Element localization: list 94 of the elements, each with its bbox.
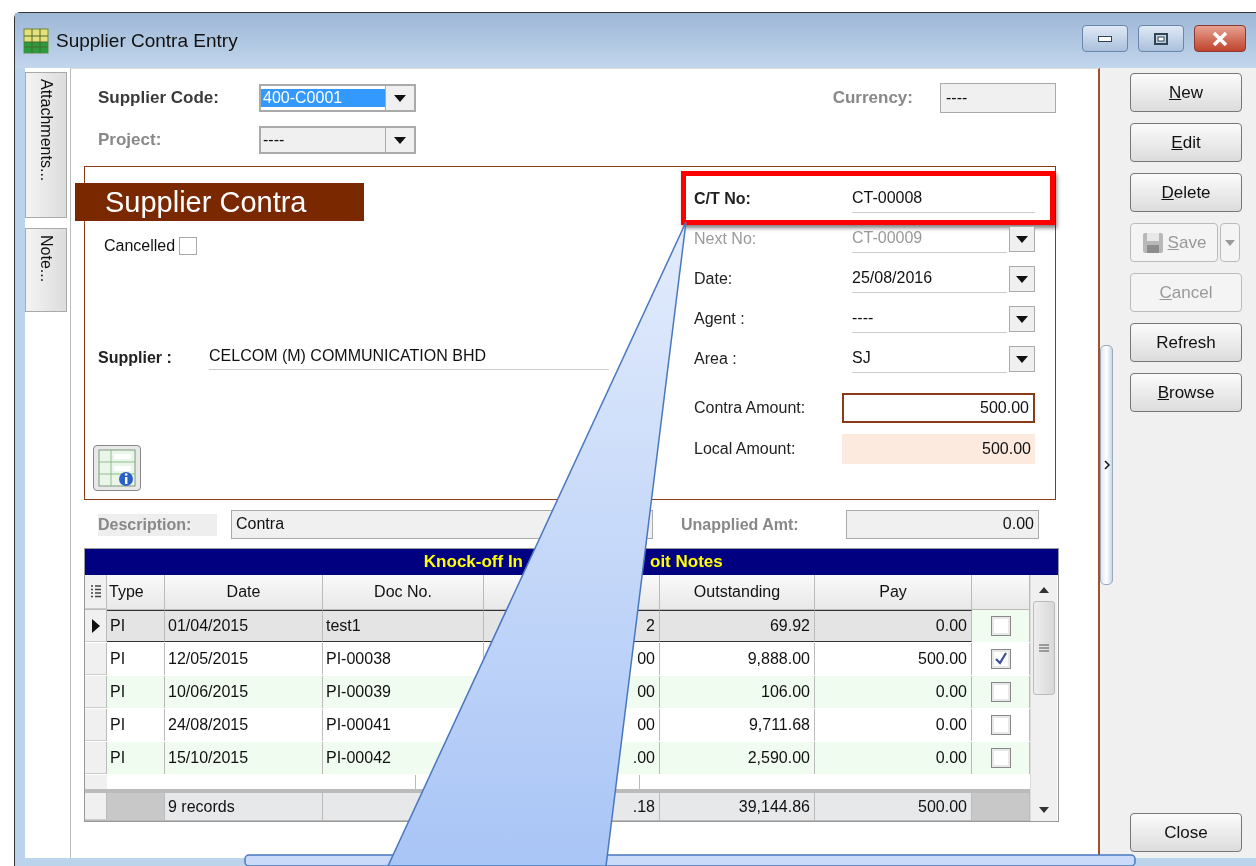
scrollbar[interactable] <box>1030 575 1057 821</box>
dropdown-arrow-icon <box>1016 315 1028 323</box>
close-button[interactable] <box>1194 25 1246 52</box>
field-label: Contra Amount: <box>694 399 807 417</box>
document-number-field[interactable]: CT-00008 <box>852 185 1035 213</box>
row-checkbox[interactable] <box>990 748 1011 768</box>
field-label: Next No: <box>694 230 758 248</box>
table-cell: 0.00 <box>815 676 972 708</box>
column-chooser-icon[interactable] <box>89 584 102 599</box>
supplier-field[interactable]: CELCOM (M) COMMUNICATION BHD <box>209 346 609 370</box>
table-cell: 0.00 <box>815 610 972 642</box>
field-label: Date: <box>694 270 734 288</box>
minimize-button[interactable] <box>1082 25 1128 52</box>
chevron-right-icon <box>1103 460 1110 470</box>
dropdown-arrow-icon <box>1016 235 1028 243</box>
close-form-button[interactable]: Close <box>1130 813 1242 852</box>
table-cell: PI <box>107 676 165 708</box>
table-cell: 12/05/2015 <box>165 643 323 675</box>
table-title: Knock-off In <box>422 552 523 572</box>
action-button[interactable]: Delete <box>1130 173 1242 212</box>
table-cell: 9 records <box>165 793 323 820</box>
field-label: Area : <box>694 350 738 368</box>
table-cell: 39,144.86 <box>660 793 815 820</box>
document-banner: Supplier Contra <box>75 183 364 221</box>
column-header[interactable]: Outstanding <box>660 575 815 609</box>
row-checkbox[interactable] <box>990 649 1011 669</box>
table-cell: 0.00 <box>815 742 972 774</box>
table-cell: 01/04/2015 <box>165 610 323 642</box>
cancelled-checkbox[interactable] <box>179 237 198 255</box>
side-tab[interactable]: Attachments... <box>24 72 67 218</box>
table-cell: 2,590.00 <box>660 742 815 774</box>
table-cell: 69.92 <box>660 610 815 642</box>
table-cell: 9,888.00 <box>660 643 815 675</box>
field-label: Agent : <box>694 310 746 328</box>
column-header[interactable]: Doc No. <box>323 575 484 609</box>
row-indicator[interactable] <box>85 610 107 642</box>
table-title: oit Notes <box>650 552 724 572</box>
row-checkbox[interactable] <box>990 616 1011 636</box>
dropdown-arrow-icon <box>1016 275 1028 283</box>
table-cell: 10/06/2015 <box>165 676 323 708</box>
field-label: Currency: <box>832 88 913 108</box>
dropdown-arrow-icon <box>394 94 406 102</box>
field-label: Project: <box>98 130 163 150</box>
dropdown-field[interactable]: ---- <box>852 305 1035 333</box>
dropdown-field[interactable]: SJ <box>852 345 1035 373</box>
field-label: Local Amount: <box>694 440 797 458</box>
info-button[interactable] <box>93 445 141 491</box>
field-label: Supplier Code: <box>98 88 220 108</box>
table-cell: PI <box>107 643 165 675</box>
table-cell: test1 <box>323 610 484 642</box>
restore-icon <box>1154 32 1168 45</box>
amount-field: 500.00 <box>842 434 1035 464</box>
table-info-icon <box>97 448 137 488</box>
save-options-button[interactable] <box>1220 223 1240 262</box>
table-cell: 0.00 <box>815 709 972 741</box>
table-cell: 500.00 <box>815 643 972 675</box>
scroll-thumb[interactable] <box>1033 601 1055 695</box>
table-cell: PI <box>107 742 165 774</box>
dropdown-field[interactable]: 25/08/2016 <box>852 265 1035 293</box>
column-header[interactable]: Date <box>165 575 323 609</box>
caret-icon <box>1225 239 1235 246</box>
checkbox-label: Cancelled <box>104 237 176 255</box>
field-label: C/T No: <box>694 190 752 208</box>
table-cell: 9,711.68 <box>660 709 815 741</box>
dropdown-arrow-icon <box>1016 355 1028 363</box>
scroll-down-icon[interactable] <box>1039 807 1049 813</box>
row-pointer-icon <box>91 618 100 633</box>
splitter-handle[interactable] <box>1100 345 1113 585</box>
unapplied-amount-field: 0.00 <box>846 510 1039 539</box>
table-cell: 106.00 <box>660 676 815 708</box>
field-label: Supplier : <box>98 349 173 367</box>
window-title: Supplier Contra Entry <box>56 29 238 52</box>
table-cell: 15/10/2015 <box>165 742 323 774</box>
field-label: Description: <box>98 513 217 536</box>
action-button[interactable]: New <box>1130 73 1242 112</box>
maximize-button[interactable] <box>1138 25 1184 52</box>
dropdown-arrow-icon <box>394 136 406 144</box>
action-button[interactable]: Refresh <box>1130 323 1242 362</box>
row-checkbox[interactable] <box>990 715 1011 735</box>
column-header[interactable]: Pay <box>815 575 972 609</box>
table-cell: 24/08/2015 <box>165 709 323 741</box>
scroll-up-icon[interactable] <box>1039 587 1049 593</box>
close-icon <box>1212 31 1228 46</box>
minimize-icon <box>1098 35 1112 42</box>
spreadsheet-icon <box>23 27 49 54</box>
side-tab[interactable]: Note... <box>24 228 67 312</box>
table-cell: PI <box>107 610 165 642</box>
row-checkbox[interactable] <box>990 682 1011 702</box>
column-header[interactable]: Type <box>107 575 165 609</box>
amount-field[interactable]: 500.00 <box>842 393 1035 423</box>
field-label: Unapplied Amt: <box>681 515 800 534</box>
table-cell: PI <box>107 709 165 741</box>
action-button[interactable]: Browse <box>1130 373 1242 412</box>
action-button[interactable]: Edit <box>1130 123 1242 162</box>
